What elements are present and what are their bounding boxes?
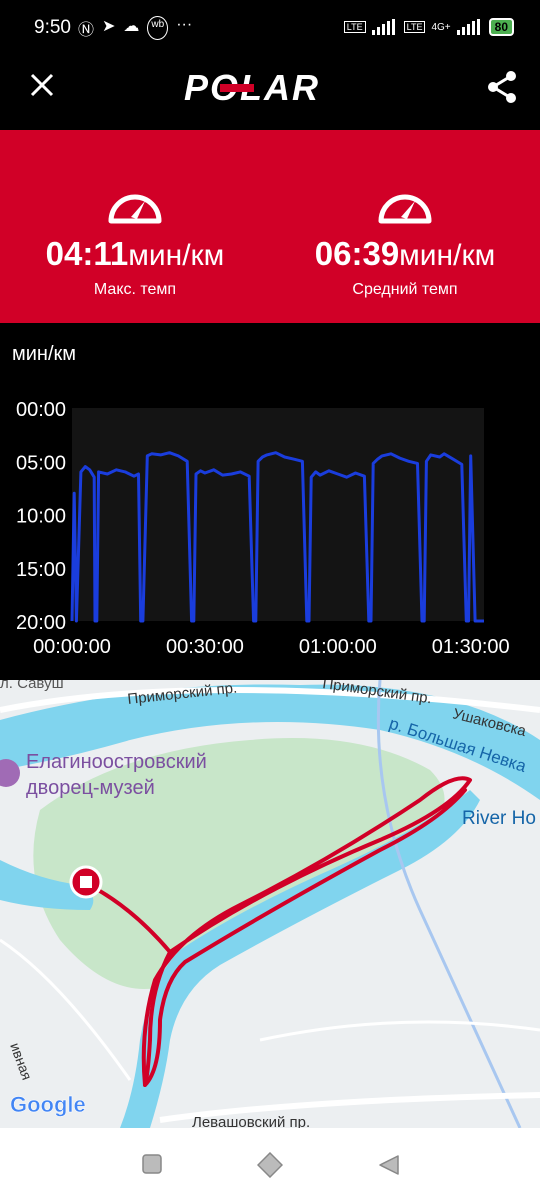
y-tick-label: 00:00 <box>16 399 66 421</box>
status-bar: 9:50 Ⓝ ➤ ☁ wb ··· LTE LTE 4G+ 80 <box>0 0 540 46</box>
diamond-icon[interactable] <box>257 1152 283 1178</box>
max-pace-label: Макс. темп <box>93 281 177 298</box>
map-label-river-house: River Ho <box>462 808 536 829</box>
pace-summary-panel: 04:11мин/км Макс. темп 06:39мин/км Средн… <box>0 130 540 323</box>
y-tick-label: 05:00 <box>16 452 66 474</box>
network-type: 4G+ <box>431 21 451 33</box>
max-pace-unit: мин/км <box>128 239 225 272</box>
telegram-icon: ➤ <box>102 18 116 35</box>
stop-icon <box>80 876 92 888</box>
cloud-icon: ☁ <box>123 18 140 35</box>
4g-signal-icon <box>456 19 480 35</box>
signal-icon <box>371 19 395 35</box>
avg-pace-label: Средний темп <box>352 281 458 298</box>
share-icon[interactable] <box>486 70 518 104</box>
speedometer-icon <box>108 194 162 224</box>
status-time: 9:50 <box>34 17 71 38</box>
y-tick-label: 15:00 <box>16 559 66 581</box>
max-pace-value: 04:11мин/км <box>0 235 270 273</box>
close-icon[interactable] <box>28 71 56 99</box>
volte-icon: LTE <box>403 21 426 33</box>
speedometer-icon <box>378 194 432 224</box>
triangle-back-icon[interactable] <box>378 1154 400 1176</box>
battery-indicator: 80 <box>488 18 514 36</box>
x-tick-label: 00:00:00 <box>33 636 111 658</box>
x-tick-label: 01:30:00 <box>432 636 510 658</box>
max-pace-number: 04:11 <box>45 235 129 272</box>
pace-chart: мин/км 00:00 05:00 10:00 15:00 20:00 00:00:00… <box>0 323 540 680</box>
map-label-palace-line2: дворец-музей <box>26 777 155 799</box>
polar-logo: POLAR <box>184 67 356 117</box>
max-pace-stat: 04:11мин/км Макс. темп <box>0 130 270 299</box>
y-tick-label: 20:00 <box>16 612 66 634</box>
square-icon[interactable] <box>142 1154 162 1174</box>
status-right-icons: LTE LTE 4G+ 80 <box>343 18 514 36</box>
avg-pace-number: 06:39 <box>314 235 400 272</box>
x-tick-label: 01:00:00 <box>299 636 377 658</box>
map-label-palace-line1: Елагиноостровский <box>26 751 207 773</box>
map-label-levashovsky: Левашовский пр. <box>192 1114 310 1128</box>
more-icon: ··· <box>176 16 193 33</box>
map-canvas: л. Савуш Приморский пр. Приморский пр. У… <box>0 680 540 1128</box>
avg-pace-value: 06:39мин/км <box>270 235 540 273</box>
google-logo: Google <box>10 1092 86 1117</box>
system-nav-bar <box>0 1128 540 1200</box>
wb-icon: wb <box>147 16 169 40</box>
polar-logo-mark: POLAR <box>184 67 318 108</box>
nfc-icon: Ⓝ <box>78 22 95 39</box>
x-tick-label: 00:30:00 <box>166 636 244 658</box>
route-map[interactable]: л. Савуш Приморский пр. Приморский пр. У… <box>0 680 540 1128</box>
map-label-street: л. Савуш <box>0 680 64 692</box>
avg-pace-stat: 06:39мин/км Средний темп <box>270 130 540 299</box>
pace-chart-svg: 00:00 05:00 10:00 15:00 20:0000:00:00 00:30:0… <box>16 399 510 658</box>
status-left-icons: Ⓝ ➤ ☁ wb ··· <box>78 16 192 40</box>
avg-pace-unit: мин/км <box>399 239 496 272</box>
volte-icon: LTE <box>343 21 366 33</box>
y-tick-label: 10:00 <box>16 506 66 528</box>
app-bar: POLAR <box>0 46 540 130</box>
